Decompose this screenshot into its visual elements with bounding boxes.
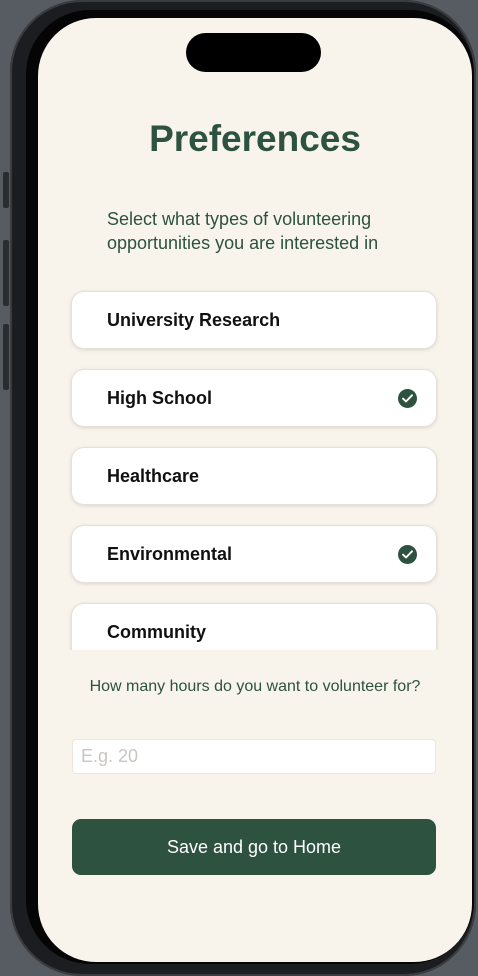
page-subtitle: Select what types of volunteering opport… (107, 209, 379, 253)
device-volume-down (3, 324, 9, 390)
checkmark-circle-icon (398, 388, 417, 408)
app-screen: Preferences Select what types of volunte… (38, 18, 472, 962)
dynamic-island (186, 33, 321, 72)
device-volume-up (3, 240, 9, 306)
phone-frame: Preferences Select what types of volunte… (10, 0, 476, 976)
device-side-button (3, 172, 9, 208)
hours-input[interactable] (72, 739, 436, 774)
opportunity-list[interactable]: University Research High School Healthca… (38, 280, 472, 650)
opportunity-card-university-research[interactable]: University Research (72, 292, 436, 348)
opportunity-card-healthcare[interactable]: Healthcare (72, 448, 436, 504)
hours-question: How many hours do you want to volunteer … (89, 678, 421, 695)
opportunity-card-environmental[interactable]: Environmental (72, 526, 436, 582)
opportunity-label: University Research (107, 309, 281, 330)
opportunity-label: High School (107, 387, 212, 408)
opportunity-label: Environmental (107, 543, 233, 564)
page-title: Preferences (149, 118, 361, 159)
save-and-go-home-button[interactable]: Save and go to Home (72, 819, 436, 875)
opportunity-card-community[interactable]: Community (72, 604, 436, 650)
checkmark-circle-icon (398, 544, 417, 564)
opportunity-label: Healthcare (107, 465, 200, 486)
opportunity-label: Community (107, 621, 206, 642)
opportunity-card-high-school[interactable]: High School (72, 370, 436, 426)
